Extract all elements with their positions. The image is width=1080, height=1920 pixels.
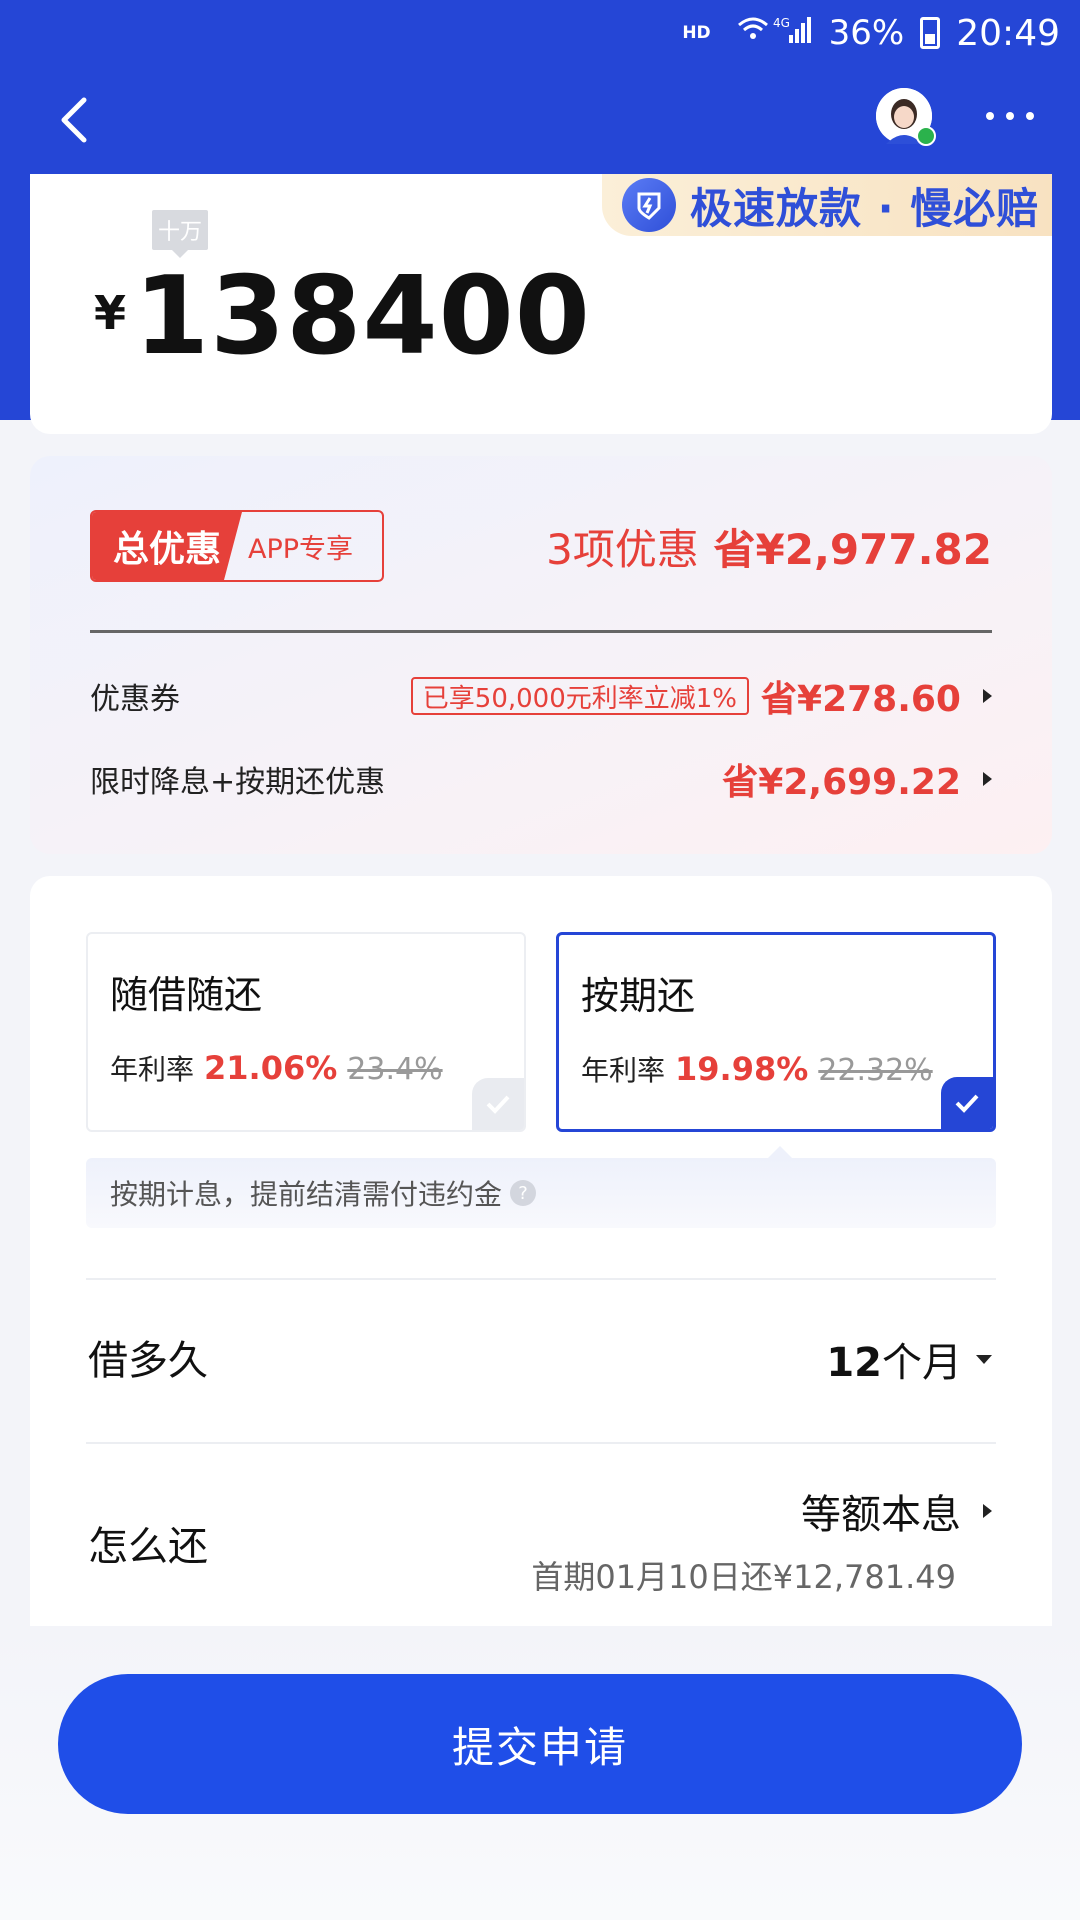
option-flexible[interactable]: 随借随还 年利率 21.06% 23.4% [86,932,526,1132]
option-rate: 年利率 21.06% 23.4% [110,1048,443,1088]
currency-symbol: ¥ [94,286,127,340]
rate-original: 23.4% [347,1052,443,1087]
promo-banner[interactable]: 极速放款 · 慢必赔 [602,174,1052,236]
caret-right-icon [983,689,992,703]
rate-discount-row[interactable]: 限时降息+按期还优惠 省¥2,699.22 [90,754,992,804]
wifi-signal-icon: 4G [735,13,815,54]
rate-label: 年利率 [581,1054,666,1087]
method-value: 等额本息 [801,1492,961,1538]
more-button[interactable] [986,96,1034,136]
nav-bar [0,70,1080,170]
coupon-tag: 已享50,000元利率立减1% [410,677,750,715]
divider [90,630,992,633]
term-number: 12 [826,1340,882,1386]
hint-text: 按期计息，提前结清需付违约金 [110,1178,503,1211]
lightning-shield-icon [622,178,676,232]
rate-current: 21.06% [204,1049,338,1087]
promo-text: 极速放款 · 慢必赔 [690,183,1040,233]
customer-service-avatar[interactable] [876,88,936,146]
submit-area: 提交申请 [0,1626,1080,1920]
help-icon[interactable]: ? [510,1180,537,1206]
chevron-left-icon [61,97,87,143]
badge-sub-label: APP专享 [248,533,354,565]
rate-discount-label: 限时降息+按期还优惠 [90,765,386,800]
loan-amount[interactable]: 138400 [134,254,591,379]
checkmark-icon [941,1077,993,1129]
first-payment-info: 首期01月10日还¥12,781.49 [531,1558,956,1596]
rate-label: 年利率 [110,1053,195,1086]
rate-discount-amount: 省¥2,699.22 [722,762,961,803]
term-unit: 个月 [882,1340,962,1386]
wechat-badge-icon [916,126,936,146]
discount-count: 3项优惠 [546,525,699,574]
status-bar: HD 4G 36% 20:49 [0,0,1080,66]
method-selector[interactable]: 等额本息 [801,1482,992,1540]
term-selector[interactable]: 12个月 [826,1330,992,1388]
coupon-label: 优惠券 [90,682,180,717]
rate-original: 22.32% [818,1053,933,1088]
discount-card: 总优惠 APP专享 3项优惠 省¥2,977.82 优惠券 已享50,000元利… [30,456,1052,854]
checkmark-icon [472,1078,524,1130]
battery-percent: 36% [828,13,905,53]
caret-right-icon [983,772,992,786]
battery-icon [920,17,941,49]
clock: 20:49 [956,12,1060,54]
more-dot-icon [1006,112,1014,120]
option-installment[interactable]: 按期还 年利率 19.98% 22.32% [556,932,996,1132]
option-rate: 年利率 19.98% 22.32% [581,1049,933,1089]
loan-amount-card: 极速放款 · 慢必赔 十万 ¥ 138400 [30,174,1052,434]
caret-down-icon [976,1354,992,1364]
option-title: 按期还 [581,974,696,1018]
back-button[interactable] [46,90,106,150]
badge-main-label: 总优惠 [92,512,242,580]
hd-indicator: HD [682,23,711,43]
discount-summary: 3项优惠 省¥2,977.82 [546,516,992,577]
total-discount-badge: 总优惠 APP专享 [90,510,384,582]
amount-unit-tag: 十万 [152,210,208,258]
option-title: 随借随还 [110,973,263,1017]
coupon-row[interactable]: 优惠券 已享50,000元利率立减1% 省¥278.60 [90,671,992,721]
divider [86,1442,996,1444]
submit-button[interactable]: 提交申请 [58,1674,1022,1814]
term-label: 借多久 [88,1338,208,1384]
rate-current: 19.98% [675,1050,809,1088]
repayment-card: 随借随还 年利率 21.06% 23.4% 按期还 年利率 19.98% 22.… [30,876,1052,1626]
repayment-hint: 按期计息，提前结清需付违约金 ? [86,1158,996,1228]
divider [86,1278,996,1280]
discount-total: 省¥2,977.82 [713,525,992,574]
caret-right-icon [983,1504,992,1518]
more-dot-icon [986,112,994,120]
coupon-amount: 省¥278.60 [761,679,961,720]
network-type-label: 4G [773,16,790,30]
method-label: 怎么还 [88,1524,208,1570]
more-dot-icon [1026,112,1034,120]
